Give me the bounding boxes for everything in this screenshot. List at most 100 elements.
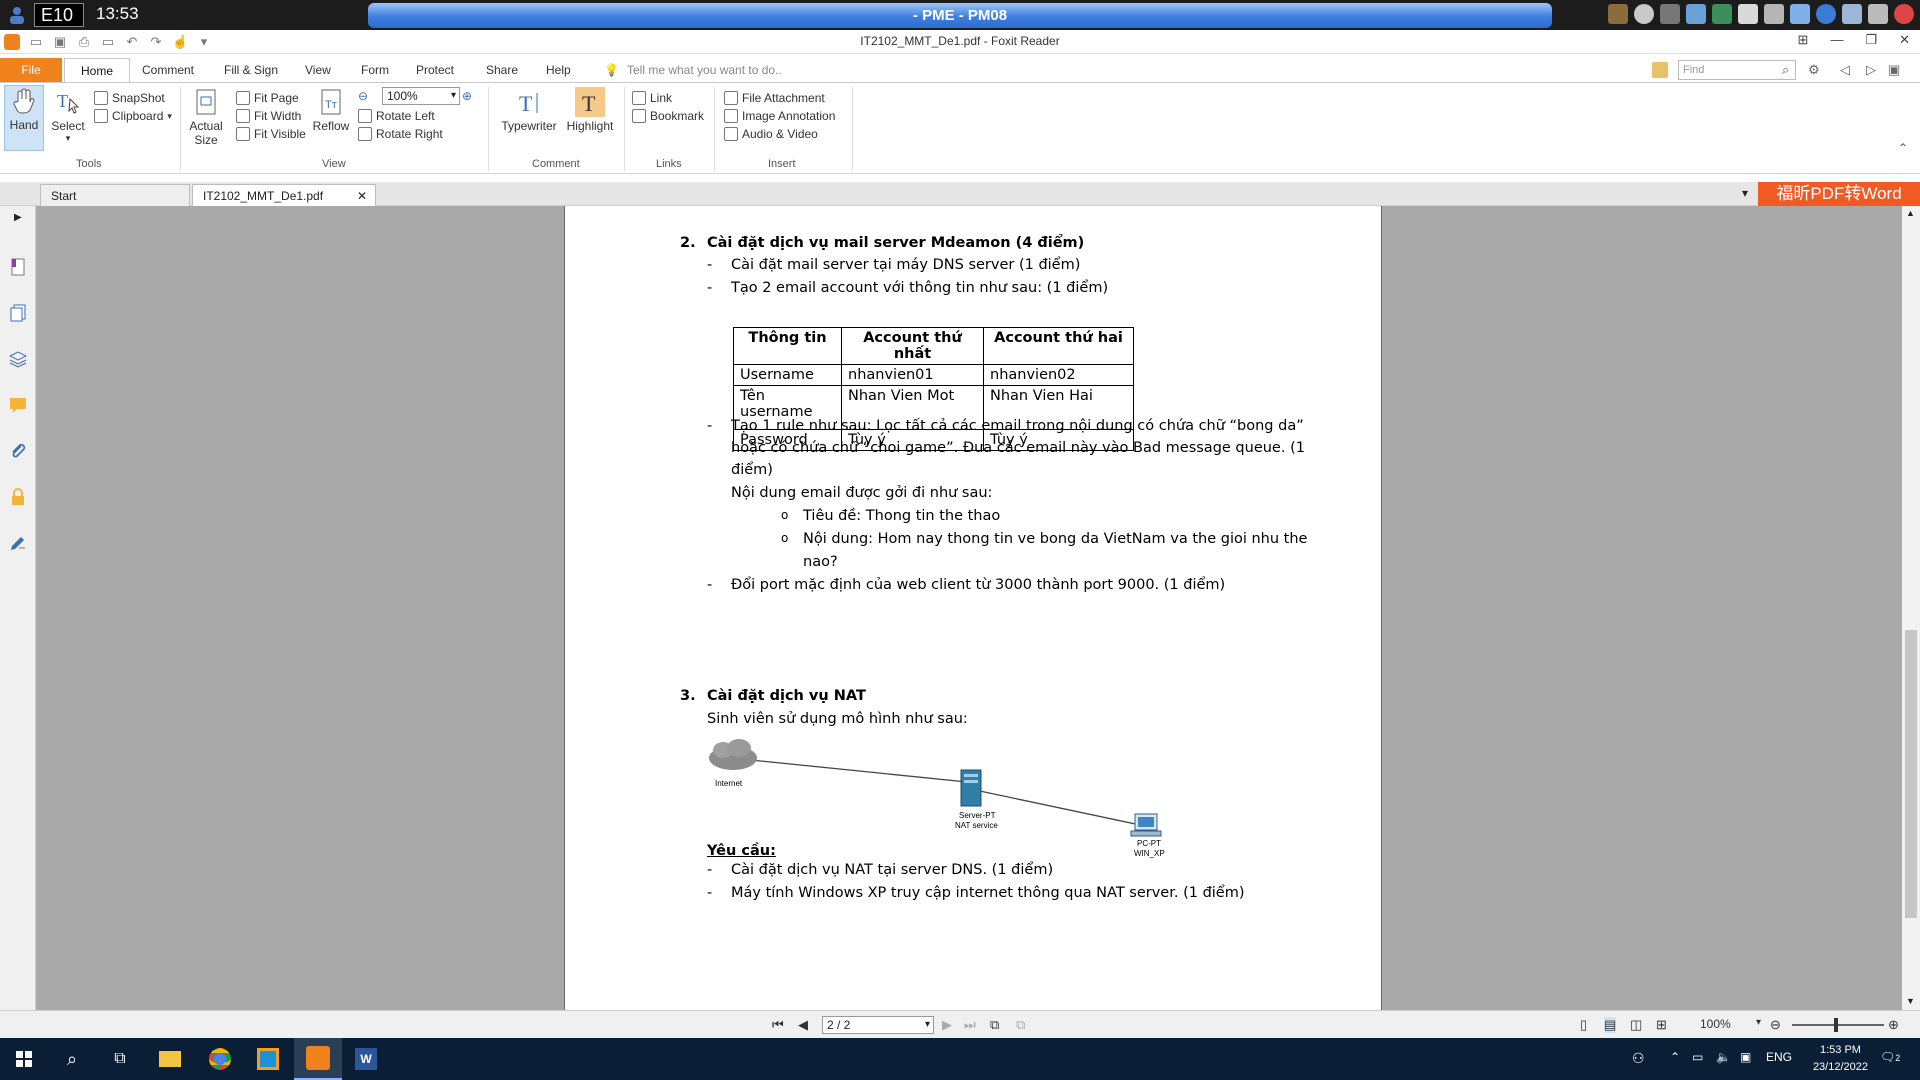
chevron-down-icon[interactable]: ▾ (1756, 1017, 1761, 1028)
actual-size-button[interactable]: Actual Size (186, 87, 226, 147)
fit-visible-button[interactable]: Fit Visible (236, 125, 306, 143)
tab-start[interactable]: Start (40, 184, 190, 206)
file-attachment-button[interactable]: File Attachment (724, 89, 825, 107)
next-page-icon[interactable]: ▶ (942, 1017, 952, 1033)
previous-page-icon[interactable]: ◀ (798, 1017, 808, 1033)
folder-search-icon[interactable] (1652, 62, 1668, 78)
layers-panel-icon[interactable] (9, 350, 27, 368)
tab-home[interactable]: Home (64, 58, 130, 82)
foxit-reader-icon[interactable] (294, 1038, 342, 1080)
globe-icon[interactable] (1816, 4, 1836, 24)
minimize-button[interactable]: — (1830, 32, 1843, 48)
zoom-select[interactable]: 100% (382, 87, 460, 105)
app-icon[interactable] (1894, 4, 1914, 24)
volume-icon[interactable]: 🔈 (1716, 1050, 1731, 1064)
rotate-left-button[interactable]: Rotate Left (358, 107, 435, 125)
document-viewer[interactable]: 2. Cài đặt dịch vụ mail server Mdeamon (… (36, 206, 1902, 1010)
zoom-in-icon[interactable]: ⊕ (1888, 1017, 1899, 1033)
view-mode-icon[interactable]: ⧉ (990, 1017, 999, 1033)
fit-width-button[interactable]: Fit Width (236, 107, 301, 125)
facing-page-icon[interactable]: ◫ (1630, 1017, 1642, 1033)
scroll-up-icon[interactable]: ▲ (1906, 208, 1915, 218)
page-number-select[interactable]: 2 / 2 (822, 1016, 934, 1034)
continuous-page-icon[interactable]: ▤ (1604, 1017, 1617, 1033)
app-icon[interactable] (244, 1038, 292, 1080)
zoom-out-icon[interactable]: ⊖ (1770, 1017, 1781, 1033)
collapse-ribbon-icon[interactable]: ⌃ (1898, 139, 1908, 157)
single-page-icon[interactable]: ▯ (1580, 1017, 1587, 1033)
image-annotation-button[interactable]: Image Annotation (724, 107, 835, 125)
view-mode-icon[interactable]: ⧉ (1016, 1017, 1025, 1033)
search-icon[interactable]: ⌕ (48, 1038, 96, 1080)
back-icon[interactable]: ◁ (1840, 62, 1850, 78)
vertical-scrollbar[interactable]: ▲ ▼ (1902, 206, 1920, 1010)
input-icon[interactable]: ▣ (1740, 1050, 1751, 1064)
link-button[interactable]: Link (632, 89, 672, 107)
chrome-icon[interactable] (196, 1038, 244, 1080)
app-icon[interactable] (1790, 4, 1810, 24)
restore-button[interactable]: ❐ (1865, 32, 1877, 48)
app-icon[interactable] (1608, 4, 1628, 24)
tab-document[interactable]: IT2102_MMT_De1.pdf ✕ (192, 184, 376, 206)
hand-tool-button[interactable]: Hand (4, 85, 44, 151)
tab-view[interactable]: View (305, 58, 331, 82)
forward-icon[interactable]: ▷ (1866, 62, 1876, 78)
clipboard-button[interactable]: Clipboard ▾ (94, 107, 172, 125)
people-icon[interactable]: ⚇ (1632, 1050, 1645, 1067)
gear-icon[interactable]: ⚙ (1808, 62, 1820, 78)
zoom-slider-handle[interactable] (1834, 1018, 1838, 1032)
reflow-button[interactable]: Tт Reflow (310, 87, 352, 133)
app-icon[interactable] (1712, 4, 1732, 24)
pages-panel-icon[interactable] (9, 304, 27, 322)
app-icon[interactable] (1738, 4, 1758, 24)
app-icon[interactable] (1686, 4, 1706, 24)
app-icon[interactable] (1868, 4, 1888, 24)
chevron-up-icon[interactable]: ⌃ (1670, 1050, 1680, 1064)
task-view-icon[interactable]: ⧉ (96, 1038, 144, 1080)
tab-form[interactable]: Form (361, 58, 389, 82)
tab-protect[interactable]: Protect (416, 58, 454, 82)
typewriter-button[interactable]: T Typewriter (496, 87, 562, 133)
notification-icon[interactable]: 🗨2 (1880, 1050, 1900, 1064)
account-icon[interactable]: ▣ (1888, 62, 1900, 78)
close-button[interactable]: ✕ (1899, 32, 1910, 48)
app-icon[interactable] (1634, 4, 1654, 24)
comments-panel-icon[interactable] (9, 396, 27, 414)
zoom-out-icon[interactable]: ⊖ (358, 87, 368, 105)
snapshot-button[interactable]: SnapShot (94, 89, 165, 107)
continuous-facing-icon[interactable]: ⊞ (1656, 1017, 1667, 1033)
tab-file[interactable]: File (0, 58, 62, 82)
tab-share[interactable]: Share (486, 58, 518, 82)
tell-me-input[interactable]: Tell me what you want to do.. (627, 58, 782, 82)
signature-panel-icon[interactable] (9, 534, 27, 552)
tab-help[interactable]: Help (546, 58, 571, 82)
tab-fill-sign[interactable]: Fill & Sign (224, 58, 278, 82)
app-icon[interactable] (1764, 4, 1784, 24)
bookmark-button[interactable]: Bookmark (632, 107, 704, 125)
attachments-panel-icon[interactable] (9, 442, 27, 460)
network-icon[interactable]: ▭ (1692, 1050, 1703, 1064)
zoom-slider[interactable] (1792, 1024, 1884, 1026)
find-input[interactable]: Find (1678, 60, 1796, 80)
select-tool-button[interactable]: T Select ▾ (48, 87, 88, 144)
tab-comment[interactable]: Comment (142, 58, 194, 82)
lock-icon[interactable] (9, 488, 27, 506)
close-icon[interactable]: ✕ (357, 185, 367, 207)
tab-list-dropdown-icon[interactable]: ▾ (1742, 186, 1748, 200)
language-indicator[interactable]: ENG (1766, 1050, 1792, 1064)
grid-icon[interactable]: ⊞ (1798, 32, 1809, 48)
rotate-right-button[interactable]: Rotate Right (358, 125, 443, 143)
start-button[interactable] (0, 1038, 48, 1080)
word-icon[interactable]: W (342, 1038, 390, 1080)
scroll-down-icon[interactable]: ▼ (1906, 996, 1915, 1006)
expand-panel-icon[interactable]: ▶ (14, 212, 22, 223)
first-page-icon[interactable]: ⏮ (772, 1017, 784, 1033)
promo-banner[interactable]: 福昕PDF转Word (1758, 182, 1920, 206)
zoom-level[interactable]: 100% (1700, 1017, 1731, 1031)
zoom-in-icon[interactable]: ⊕ (462, 87, 472, 105)
last-page-icon[interactable]: ⏭ (964, 1017, 976, 1033)
app-icon[interactable] (1660, 4, 1680, 24)
app-icon[interactable] (1842, 4, 1862, 24)
search-icon[interactable]: ⌕ (1782, 62, 1789, 78)
system-clock[interactable]: 1:53 PM 23/12/2022 (1813, 1042, 1868, 1076)
